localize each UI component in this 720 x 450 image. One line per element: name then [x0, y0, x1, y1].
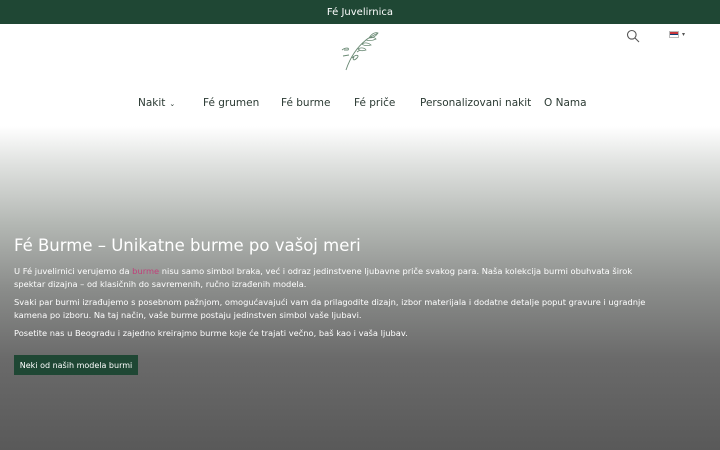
language-switcher[interactable]: ▾	[669, 31, 685, 38]
text-segment: U Fé juvelirnici verujemo da	[14, 266, 133, 276]
search-icon[interactable]	[626, 29, 640, 43]
nav-item-fe-burme[interactable]: Fé burme	[281, 97, 330, 109]
hero-section: Fé Burme – Unikatne burme po vašoj meri …	[0, 126, 720, 450]
nav-item-personalizovani-nakit[interactable]: Personalizovani nakit	[420, 97, 531, 109]
hero-paragraph-3: Posetite nas u Beogradu i zajedno kreira…	[14, 328, 408, 338]
models-cta-button[interactable]: Neki od naših modela burmi	[14, 355, 138, 375]
chevron-down-icon: ⌄	[169, 100, 176, 108]
hero-paragraph-2: Svaki par burmi izrađujemo s posebnom pa…	[14, 297, 646, 320]
serbia-flag-icon	[669, 31, 679, 38]
top-announcement-bar: Fé Juvelirnica	[0, 0, 720, 24]
fe-leaf-logo[interactable]	[336, 30, 384, 72]
hero-title: Fé Burme – Unikatne burme po vašoj meri	[14, 236, 361, 255]
main-nav: Nakit ⌄ Fé grumen Fé burme Fé priče Perso…	[0, 97, 720, 111]
nav-item-nakit[interactable]: Nakit ⌄	[138, 97, 175, 109]
nav-item-label: Nakit	[138, 97, 166, 109]
topbar-text: Fé Juvelirnica	[326, 6, 394, 18]
hero-paragraph-1: U Fé juvelirnici verujemo da burme nisu …	[14, 265, 654, 290]
burme-link[interactable]: burme	[132, 266, 159, 276]
chevron-down-icon: ▾	[682, 31, 686, 38]
nav-item-o-nama[interactable]: O Nama	[544, 97, 587, 109]
nav-item-fe-grumen[interactable]: Fé grumen	[203, 97, 259, 109]
nav-item-fe-price[interactable]: Fé priče	[354, 97, 395, 109]
